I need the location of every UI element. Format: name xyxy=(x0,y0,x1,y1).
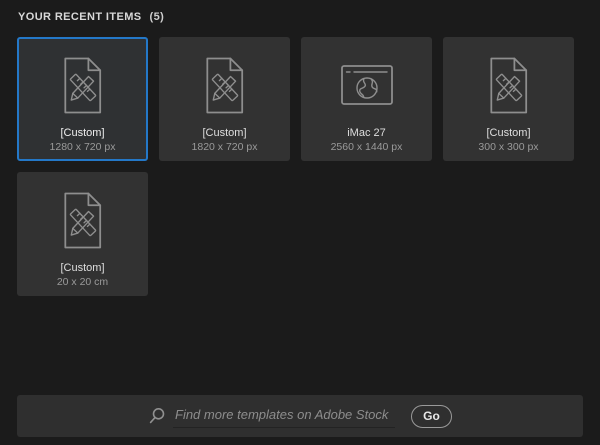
document-edit-icon xyxy=(60,43,106,127)
recent-items-header: YOUR RECENT ITEMS (5) xyxy=(18,11,164,23)
recent-item-card-custom-300x300[interactable]: [Custom] 300 x 300 px xyxy=(443,37,574,161)
adobe-stock-search-bar: Go xyxy=(17,395,583,437)
stock-search-input[interactable] xyxy=(173,404,395,428)
document-edit-icon xyxy=(202,43,248,127)
recent-item-size: 2560 x 1440 px xyxy=(331,141,403,154)
search-icon xyxy=(148,407,166,425)
recent-item-title: [Custom] xyxy=(202,127,246,140)
recent-item-card-custom-1820x720[interactable]: [Custom] 1820 x 720 px xyxy=(159,37,290,161)
recent-item-size: 300 x 300 px xyxy=(478,141,538,154)
recent-item-card-imac-27[interactable]: iMac 27 2560 x 1440 px xyxy=(301,37,432,161)
recent-item-card-custom-20x20cm[interactable]: [Custom] 20 x 20 cm xyxy=(17,172,148,296)
recent-item-title: [Custom] xyxy=(60,262,104,275)
recent-item-title: iMac 27 xyxy=(347,127,386,140)
go-button[interactable]: Go xyxy=(411,405,452,428)
new-document-recent-panel: YOUR RECENT ITEMS(5) [Cust xyxy=(0,0,600,445)
web-globe-icon xyxy=(340,43,394,127)
recent-item-size: 1820 x 720 px xyxy=(192,141,258,154)
stock-search-group: Go xyxy=(148,404,452,428)
recent-items-count: (5) xyxy=(150,11,165,23)
recent-items-grid: [Custom] 1280 x 720 px xyxy=(17,37,577,296)
recent-items-title: YOUR RECENT ITEMS xyxy=(18,11,142,23)
document-edit-icon xyxy=(486,43,532,127)
recent-item-size: 20 x 20 cm xyxy=(57,276,108,289)
recent-item-card-custom-1280x720[interactable]: [Custom] 1280 x 720 px xyxy=(17,37,148,161)
recent-item-title: [Custom] xyxy=(486,127,530,140)
recent-item-title: [Custom] xyxy=(60,127,104,140)
recent-item-size: 1280 x 720 px xyxy=(50,141,116,154)
document-edit-icon xyxy=(60,178,106,262)
